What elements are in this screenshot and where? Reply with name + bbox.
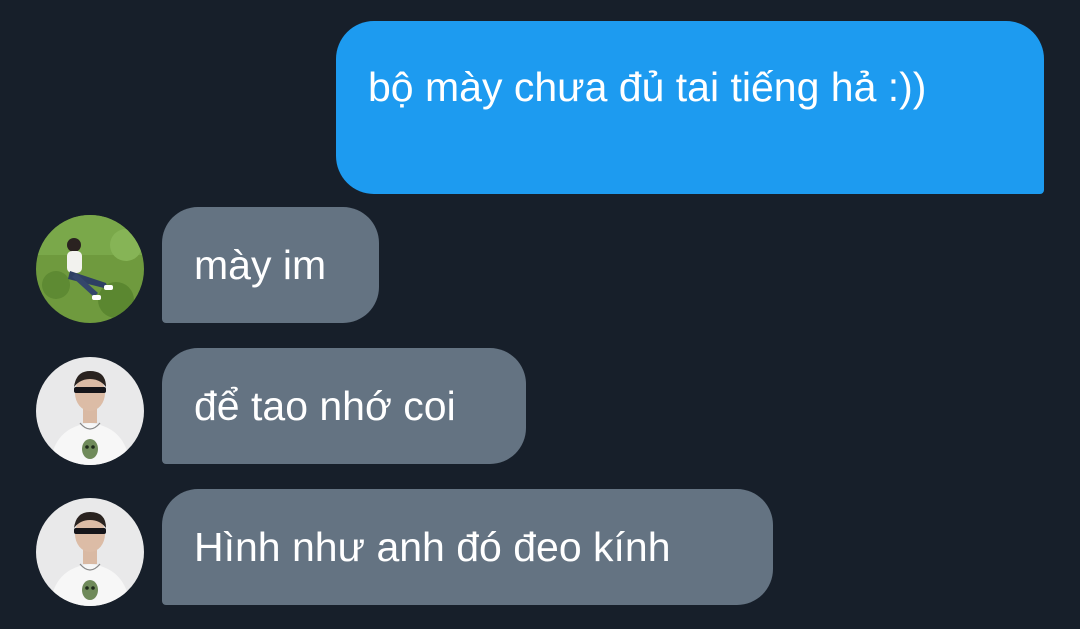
received-message-bubble[interactable]: để tao nhớ coi xyxy=(162,348,526,464)
message-text: để tao nhớ coi xyxy=(194,383,456,429)
chat-thread: bộ mày chưa đủ tai tiếng hả :)) mày im đ… xyxy=(0,0,1080,629)
message-text: bộ mày chưa đủ tai tiếng hả :)) xyxy=(368,64,927,110)
person-with-sunglasses-avatar-image xyxy=(36,357,144,465)
message-text: mày im xyxy=(194,242,327,288)
person-with-sunglasses-avatar-image xyxy=(36,498,144,606)
person-with-sunglasses-avatar[interactable] xyxy=(36,357,144,465)
sent-message-bubble[interactable]: bộ mày chưa đủ tai tiếng hả :)) xyxy=(336,21,1044,194)
received-message-bubble[interactable]: Hình như anh đó đeo kính xyxy=(162,489,773,605)
received-message-bubble[interactable]: mày im xyxy=(162,207,379,323)
person-on-grass-avatar[interactable] xyxy=(36,215,144,323)
person-with-sunglasses-avatar[interactable] xyxy=(36,498,144,606)
message-text: Hình như anh đó đeo kính xyxy=(194,524,671,570)
person-on-grass-avatar-image xyxy=(36,215,144,323)
